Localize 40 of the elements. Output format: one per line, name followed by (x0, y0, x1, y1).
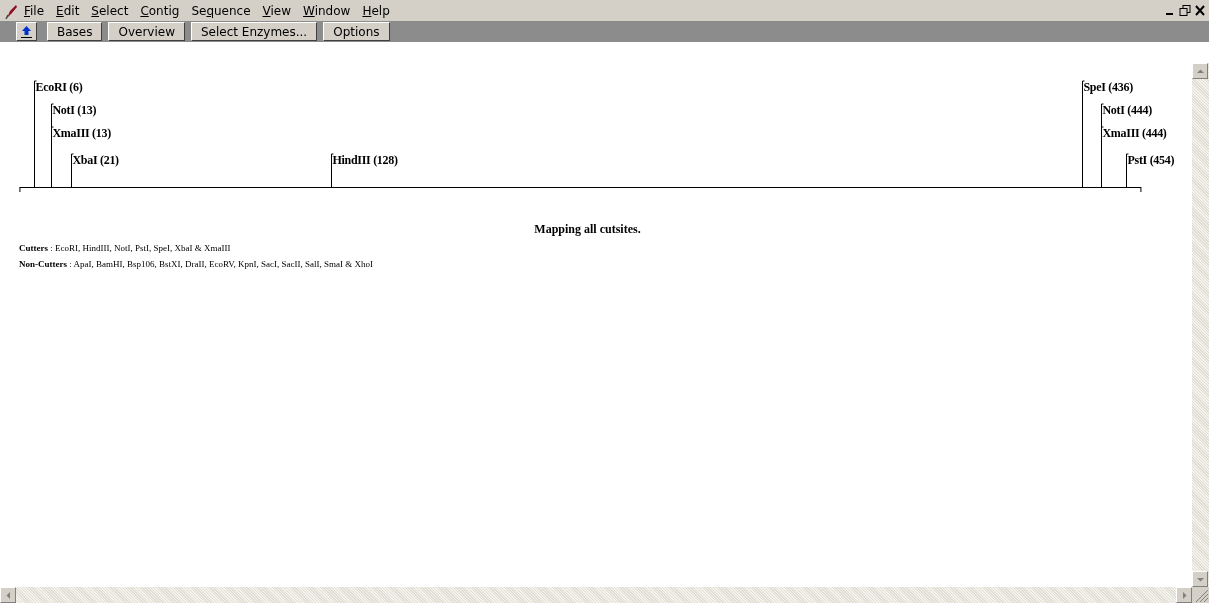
restore-icon[interactable] (1178, 4, 1192, 17)
toolbar-button[interactable]: Overview (108, 22, 185, 41)
scroll-down-button[interactable] (1192, 571, 1208, 587)
toolbar-button[interactable]: Options (323, 22, 390, 41)
scroll-right-button[interactable] (1176, 587, 1192, 603)
menu-item[interactable]: Select (85, 3, 135, 18)
close-icon[interactable] (1193, 4, 1207, 17)
cutsite-tick (71, 153, 74, 188)
cutsite-label: HindIII (128) (332, 153, 398, 167)
cutsite-label: PstI (454) (1127, 153, 1175, 167)
vertical-scrollbar[interactable] (1192, 63, 1209, 587)
up-arrow-icon (21, 25, 32, 38)
scroll-up-button[interactable] (1192, 63, 1208, 79)
up-button[interactable] (16, 22, 37, 41)
menu-item[interactable]: Contig (134, 3, 186, 18)
cutsite-label: NotI (13) (52, 103, 97, 117)
arrow-icon (4, 591, 12, 599)
cutsite-label: XbaI (21) (72, 153, 119, 167)
resize-grip[interactable] (1192, 587, 1209, 603)
cutsite-label: NotI (444) (1102, 103, 1152, 117)
menu-item[interactable]: File (18, 3, 51, 18)
cutsite-label: XmaIII (13) (52, 126, 111, 140)
arrow-icon (1196, 67, 1204, 75)
menu-item[interactable]: Help (356, 3, 396, 18)
cutsite-label: EcoRI (6) (35, 80, 83, 94)
enzyme-summary: Cutters : EcoRI, HindIII, NotI, PstI, SpeI, XbaI & XmaIII (19, 243, 232, 253)
cutsite-label: SpeI (436) (1083, 80, 1133, 94)
enzyme-summary: Non-Cutters : ApaI, BamHI, Bsp106, BstXI, DraII, EcoRV, KpnI, SacI, SacII, SalI, SmaI & XhoI (19, 259, 375, 269)
map-heading: Mapping all cutsites. (533, 222, 642, 237)
menu-item[interactable]: Edit (50, 3, 86, 18)
cutsite-tick (1126, 153, 1129, 188)
scroll-left-button[interactable] (0, 587, 16, 603)
toolbar-button[interactable]: Bases (47, 22, 103, 41)
menu-item[interactable]: View (256, 3, 298, 18)
cutsite-label: XmaIII (444) (1102, 126, 1167, 140)
menu-item[interactable]: Window (297, 3, 357, 18)
horizontal-scrollbar[interactable] (0, 587, 1192, 603)
menu-item[interactable]: Sequence (185, 3, 257, 18)
toolbar-button[interactable]: Select Enzymes... (191, 22, 318, 41)
cutsite-tick (331, 153, 334, 188)
